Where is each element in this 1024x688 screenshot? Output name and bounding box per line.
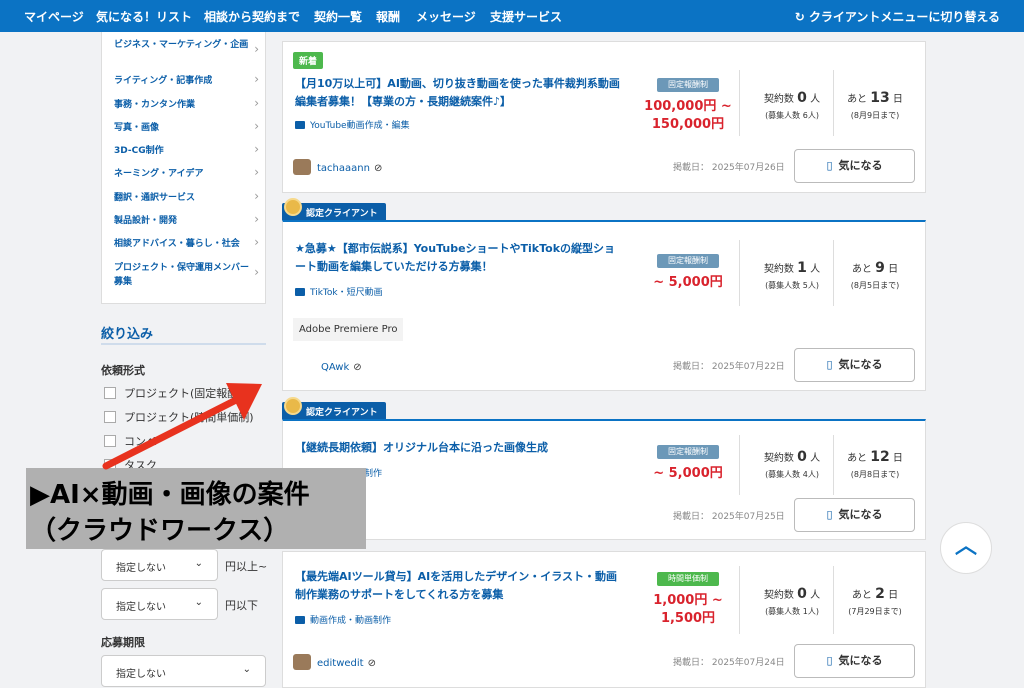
chevron-up-icon: ︿ [954,534,977,559]
annotation-arrow [102,383,262,470]
scroll-to-top-button[interactable]: ︿ [940,522,992,574]
